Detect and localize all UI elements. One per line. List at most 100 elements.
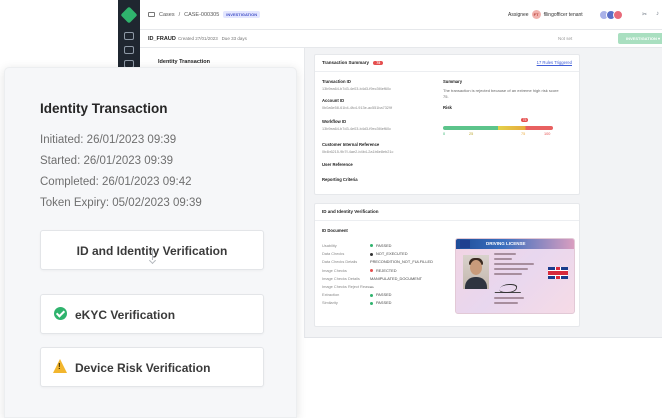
assignee-name: fllingofficer tenant [543, 11, 583, 18]
status-dot-icon [370, 252, 373, 256]
row-value: REJECTED [376, 267, 397, 273]
row-value: NOT_EXECUTED [376, 251, 408, 257]
initiated-time: Initiated: 26/01/2023 09:39 [40, 134, 177, 146]
idv-result-row: Image Checks Details MANIPULATED_DOCUMENT [322, 276, 422, 281]
assignee-label: Assignee [508, 11, 529, 18]
license-header: DRIVING LICENSE [456, 239, 574, 249]
summary-text: The transaction is rejected because of a… [443, 88, 559, 99]
started-time: Started: 26/01/2023 09:39 [40, 155, 173, 167]
summary-card-title: Transaction Summary [322, 60, 370, 65]
identity-transaction-zoom-panel: Identity Transaction Initiated: 26/01/20… [4, 67, 297, 418]
rules-triggered-link[interactable]: 17 Rules Triggered [537, 60, 572, 65]
breadcrumb-cases[interactable]: Cases [159, 12, 175, 18]
field-label: Reporting Criteria [322, 177, 358, 182]
status-badge: INVESTIGATION [223, 11, 261, 18]
row-value: MANIPULATED_DOCUMENT [370, 275, 423, 281]
arrow-down-icon [148, 250, 158, 264]
field-label: User Reference [322, 162, 353, 167]
check-circle-icon [54, 307, 67, 320]
risk-tick: 75 [521, 132, 526, 136]
avatar: FT [531, 10, 541, 19]
summary-card-header: Transaction Summary 75 17 Rules Triggere… [315, 55, 579, 72]
folder-icon [148, 12, 155, 17]
toolbar-icons: ✂ ♪ ⚲ [642, 11, 662, 18]
idv-card: ID and Identity Verification ID Document… [314, 203, 580, 327]
risk-label: Risk [443, 105, 452, 112]
uk-flag-icon [548, 267, 568, 279]
scissors-icon[interactable]: ✂ [642, 11, 647, 18]
row-key: Extraction [322, 292, 340, 298]
row-value: — [370, 284, 374, 289]
field-label: Customer Internal Reference [322, 142, 380, 147]
license-photo [463, 255, 489, 289]
step-ekyc-verification[interactable]: eKYC Verification [40, 294, 264, 334]
risk-tick: 25 [469, 132, 474, 136]
idv-result-row: Similarity PASSED [322, 300, 392, 305]
breadcrumb-separator: / [178, 11, 181, 18]
status-dot-icon [370, 269, 373, 273]
step-label: eKYC Verification [75, 308, 176, 322]
license-text-lines [494, 297, 524, 307]
idv-result-row: Usability PASSED [322, 243, 392, 248]
status-dot-icon [370, 293, 373, 297]
summary-label: Summary [443, 79, 462, 86]
app-logo-icon [120, 6, 138, 24]
avatar [613, 10, 623, 20]
field-label: Workflow ID [322, 119, 347, 124]
row-key: Usability [322, 243, 337, 248]
driving-license-image[interactable]: DRIVING LICENSE [455, 238, 575, 314]
field-label: Risk [443, 105, 452, 110]
idv-card-title: ID and Identity Verification [322, 209, 379, 214]
license-title: DRIVING LICENSE [486, 241, 526, 246]
bell-icon[interactable]: ♪ [656, 11, 659, 18]
case-meta: Created 27/01/2023 Due 33 days [178, 36, 247, 41]
field-value: 13b9ea64-b7d3-4e03-b4d3-f9ec3f4ef60c [322, 127, 392, 131]
status-dot-icon [370, 244, 373, 248]
field-value: 13b9ea64-b7d3-4e03-b4d3-f9ec3f4ef60c [322, 87, 392, 91]
risk-bar [443, 126, 553, 130]
field-label: Account ID [322, 98, 345, 103]
risk-tick: 100 [544, 132, 551, 136]
case-header: ID_FRAUD Created 27/01/2023 Due 33 days … [140, 30, 662, 48]
avatar-stack[interactable] [599, 10, 623, 20]
reporting-field: Reporting Criteria [322, 177, 358, 184]
completed-time: Completed: 26/01/2023 09:42 [40, 176, 192, 188]
nav-monitor-icon[interactable] [124, 46, 134, 54]
nav-grid-icon[interactable] [124, 32, 134, 40]
step-label: Device Risk Verification [75, 361, 211, 375]
case-due: Due 33 days [221, 36, 247, 41]
row-value: PASSED [376, 292, 392, 298]
row-key: Data Checks Details [322, 259, 358, 265]
warning-triangle-icon [53, 359, 67, 373]
row-value: PASSED [376, 300, 392, 306]
screenshot-stage: Cases / CASE-000305 INVESTIGATION Assign… [0, 0, 662, 418]
risk-badge: 75 [373, 61, 384, 65]
signature [494, 283, 524, 293]
row-value: PRECONDITION_NOT_FULFILLED [370, 259, 433, 265]
investigation-button-label: INVESTIGATION [626, 36, 657, 41]
row-key: Data Checks [322, 251, 345, 257]
section-label: ID Document [322, 228, 348, 233]
panel-title: Identity Transaction [40, 101, 168, 116]
row-value: PASSED [376, 243, 392, 248]
idv-result-row: Image Checks REJECTED [322, 268, 397, 273]
step-device-risk-verification[interactable]: Device Risk Verification [40, 347, 264, 387]
field-value: 0b0a6e58-61b4-4fc4-913e-ac551ba7329f [322, 106, 393, 110]
not-set-field[interactable]: Not set [558, 36, 572, 41]
status-dot-icon [370, 301, 373, 305]
breadcrumb-case-code: CASE-000305 [184, 11, 220, 18]
left-panel-title: Identity Transaction [158, 59, 210, 65]
assignee[interactable]: Assignee FT fllingofficer tenant [508, 10, 583, 19]
transaction-id-field: Transaction ID 13b9ea64-b7d3-4e03-b4d3-f… [322, 79, 391, 91]
risk-marker: 75 [520, 118, 529, 122]
case-created: Created 27/01/2023 [178, 36, 218, 41]
eu-flag-icon [460, 240, 470, 248]
investigation-button[interactable]: INVESTIGATION ▾ [618, 33, 662, 44]
field-label: Transaction ID [322, 79, 351, 84]
idv-card-header: ID and Identity Verification [315, 204, 579, 221]
case-id: ID_FRAUD [148, 36, 176, 42]
idv-result-row: Data Checks Details PRECONDITION_NOT_FULF… [322, 259, 433, 264]
workflow-id-field: Workflow ID 13b9ea64-b7d3-4e03-b4d3-f9ec… [322, 119, 391, 131]
row-key: Image Checks Details [322, 275, 360, 281]
risk-tick: 0 [443, 132, 446, 136]
